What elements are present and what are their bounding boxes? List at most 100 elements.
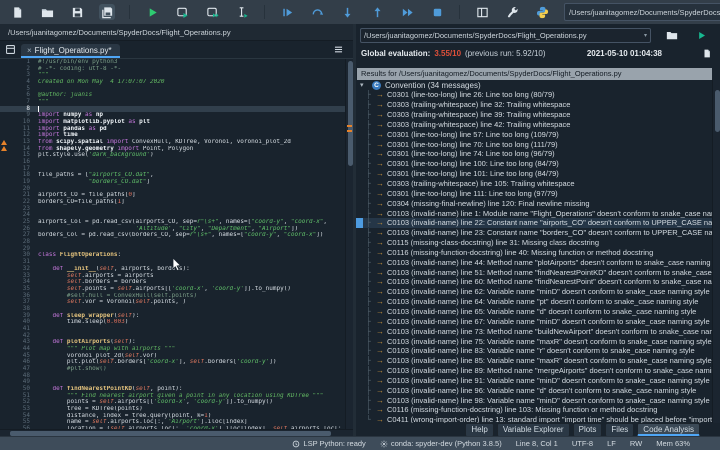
code-line[interactable]: 29 (0, 245, 353, 253)
tab-variable-explorer[interactable]: Variable Explorer (496, 423, 570, 437)
tab-help[interactable]: Help (465, 423, 494, 437)
maximize-pane-button[interactable] (474, 4, 490, 20)
lint-item[interactable]: ├ → C0103 (invalid-name) line 62: Variable… (356, 287, 712, 297)
chevron-expanded-icon[interactable]: ▾ (360, 81, 368, 89)
python-path-button[interactable] (534, 4, 550, 20)
code-line[interactable]: 40 time.sleep(0.003) (0, 319, 353, 326)
lint-item[interactable]: ├ → C0103 (invalid-name) line 64: Variable… (356, 297, 712, 307)
code-line[interactable]: 34 self.borders = borders (0, 278, 353, 286)
code-line[interactable]: 1 #!/usr/bin/env python3 (0, 59, 353, 66)
analysis-file-combo[interactable]: /Users/juanitagomez/Documents/SpyderDocs… (360, 27, 651, 43)
scrollbar-thumb[interactable] (347, 61, 353, 166)
code-line[interactable]: 51 """ Find nearest airport given a poin… (0, 392, 353, 400)
code-line[interactable]: 19 "borders_CO.dat"] (0, 178, 353, 186)
lint-item[interactable]: ├ → C0103 (invalid-name) line 96: Variable… (356, 385, 712, 395)
continue-button[interactable] (399, 4, 415, 20)
run-file-button[interactable] (144, 4, 160, 20)
code-line[interactable]: 53 tree = KDTree(points) (0, 405, 353, 413)
code-line[interactable]: 20 (0, 185, 353, 193)
code-line[interactable]: 48 (0, 372, 353, 380)
lint-item[interactable]: ├ → C0103 (invalid-name) line 23: Constant… (356, 228, 712, 238)
lint-item[interactable]: ├ → C0103 (invalid-name) line 91: Variable… (356, 375, 712, 385)
code-line[interactable]: 12 import time (0, 132, 353, 139)
conda-env-status[interactable]: conda: spyder-dev (Python 3.8.5) (380, 439, 502, 448)
code-line[interactable]: 35 self.points = self.airports[['coord-x… (0, 285, 353, 293)
save-all-button[interactable] (99, 4, 115, 20)
editor-tab[interactable]: × Flight_Operations.py* (21, 44, 120, 58)
code-line[interactable]: 42 (0, 332, 353, 340)
code-line[interactable]: 10 import matplotlib.pyplot as plt (0, 118, 353, 126)
code-line[interactable]: 24 (0, 212, 353, 219)
step-into-button[interactable] (339, 4, 355, 20)
lint-item[interactable]: ├ → C0301 (line-too-long) line 101: Line t… (356, 169, 712, 179)
code-line[interactable]: 14 from shapely.geometry import Point, Po… (0, 145, 353, 153)
browse-tabs-button[interactable] (4, 43, 17, 56)
code-line[interactable]: 27 borders_Col = pd.read_csv(borders_CO, … (0, 232, 353, 239)
run-analysis-button[interactable] (693, 27, 709, 43)
convention-group-row[interactable]: ▾ C Convention (34 messages) (356, 80, 712, 90)
code-line[interactable]: 2 # -*- coding: utf-8 -*- (0, 65, 353, 73)
tab-code-analysis[interactable]: Code Analysis (637, 423, 700, 436)
lint-item[interactable]: ├ → C0103 (invalid-name) line 22: Constant… (356, 217, 712, 228)
lint-item[interactable]: ├ → C0103 (invalid-name) line 51: Method n… (356, 267, 712, 277)
code-line[interactable]: 6 @author: juanis (0, 92, 353, 99)
run-cell-advance-button[interactable] (204, 4, 220, 20)
debug-file-button[interactable] (279, 4, 295, 20)
lint-item[interactable]: ├ → C0103 (invalid-name) line 1: Module na… (356, 208, 712, 218)
code-line[interactable]: 43 def plotAirports(self): (0, 339, 353, 346)
save-button[interactable] (69, 4, 85, 20)
code-line[interactable]: 16 (0, 158, 353, 166)
code-line[interactable]: 31 (0, 258, 353, 266)
lint-item[interactable]: ├ → C0103 (invalid-name) line 85: Variable… (356, 356, 712, 366)
code-line[interactable]: 4 Created on Mon May 4 17:07:07 2020 (0, 78, 353, 86)
lint-item[interactable]: ├ → C0103 (invalid-name) line 98: Variable… (356, 395, 712, 405)
code-line[interactable]: 8 (0, 105, 353, 113)
code-line[interactable]: 55 name = self.airports.loc[:, 'Airport'… (0, 419, 353, 426)
lint-item[interactable]: ├ → C0303 (trailing-whitespace) line 105: … (356, 179, 712, 189)
results-vertical-scrollbar[interactable] (712, 80, 720, 423)
lint-item[interactable]: ├ → C0116 (missing-function-docstring) lin… (356, 248, 712, 258)
code-line[interactable]: 18 file_paths = ["airports_CO.dat", (0, 172, 353, 179)
tab-plots[interactable]: Plots (572, 423, 603, 437)
lint-item[interactable]: └ → C0411 (wrong-import-order) line 13: st… (356, 415, 712, 423)
lint-item[interactable]: ├ → C0301 (line-too-long) line 70: Line to… (356, 139, 712, 149)
open-file-button[interactable] (39, 4, 55, 20)
code-line[interactable]: 38 (0, 305, 353, 313)
lint-item[interactable]: ├ → C0301 (line-too-long) line 74: Line to… (356, 149, 712, 159)
code-line[interactable]: 17 (0, 165, 353, 173)
code-line[interactable]: 39 def sleep_wrapper(self): (0, 312, 353, 320)
tab-files[interactable]: Files (605, 423, 635, 437)
preferences-button[interactable] (504, 4, 520, 20)
step-return-button[interactable] (369, 4, 385, 20)
editor-vertical-scrollbar[interactable] (345, 59, 353, 429)
lint-item[interactable]: ├ → C0103 (invalid-name) line 89: Method n… (356, 366, 712, 376)
code-line[interactable]: 15 plt.style.use('dark_background') (0, 152, 353, 159)
lint-item[interactable]: ├ → C0303 (trailing-whitespace) line 42: T… (356, 120, 712, 130)
lint-item[interactable]: ├ → C0301 (line-too-long) line 26: Line to… (356, 90, 712, 100)
code-line[interactable]: 52 points = self.airports[['coord-x', 'c… (0, 399, 353, 406)
lint-item[interactable]: ├ → C0103 (invalid-name) line 67: Variable… (356, 316, 712, 326)
code-line[interactable]: 44 """ Plot map with airports """ (0, 345, 353, 353)
code-line[interactable]: 7 """ (0, 98, 353, 106)
analysis-browse-button[interactable] (664, 27, 680, 43)
lint-item[interactable]: ├ → C0301 (line-too-long) line 57: Line to… (356, 129, 712, 139)
code-line[interactable]: 9 import numpy as np (0, 112, 353, 119)
lint-item[interactable]: ├ → C0103 (invalid-name) line 65: Variable… (356, 307, 712, 317)
lint-item[interactable]: ├ → C0103 (invalid-name) line 60: Method n… (356, 277, 712, 287)
run-selection-button[interactable] (234, 4, 250, 20)
code-line[interactable]: 45 voronoi_plot_2d(self.vor) (0, 352, 353, 360)
lint-item[interactable]: ├ → C0303 (trailing-whitespace) line 32: T… (356, 100, 712, 110)
code-line[interactable]: 22 borders_CO=file_paths[1] (0, 198, 353, 206)
code-line[interactable]: 37 self.vor = Voronoi(self.points, ) (0, 299, 353, 306)
code-line[interactable]: 41 (0, 325, 353, 333)
code-line[interactable]: 13 from scipy.spatial import ConvexHull, … (0, 138, 353, 146)
lint-item[interactable]: ├ → C0103 (invalid-name) line 83: Variable… (356, 346, 712, 356)
lint-item[interactable]: ├ → C0301 (line-too-long) line 100: Line t… (356, 159, 712, 169)
lint-item[interactable]: ├ → C0303 (trailing-whitespace) line 39: T… (356, 110, 712, 120)
code-line[interactable]: 23 (0, 205, 353, 213)
tab-options-button[interactable] (332, 43, 345, 56)
editor-code-area[interactable]: 1 #!/usr/bin/env python3 2 # -*- coding: ut… (0, 59, 353, 429)
code-line[interactable]: 5 (0, 85, 353, 93)
code-line[interactable]: 3 """ (0, 72, 353, 79)
close-tab-icon[interactable]: × (27, 46, 32, 55)
